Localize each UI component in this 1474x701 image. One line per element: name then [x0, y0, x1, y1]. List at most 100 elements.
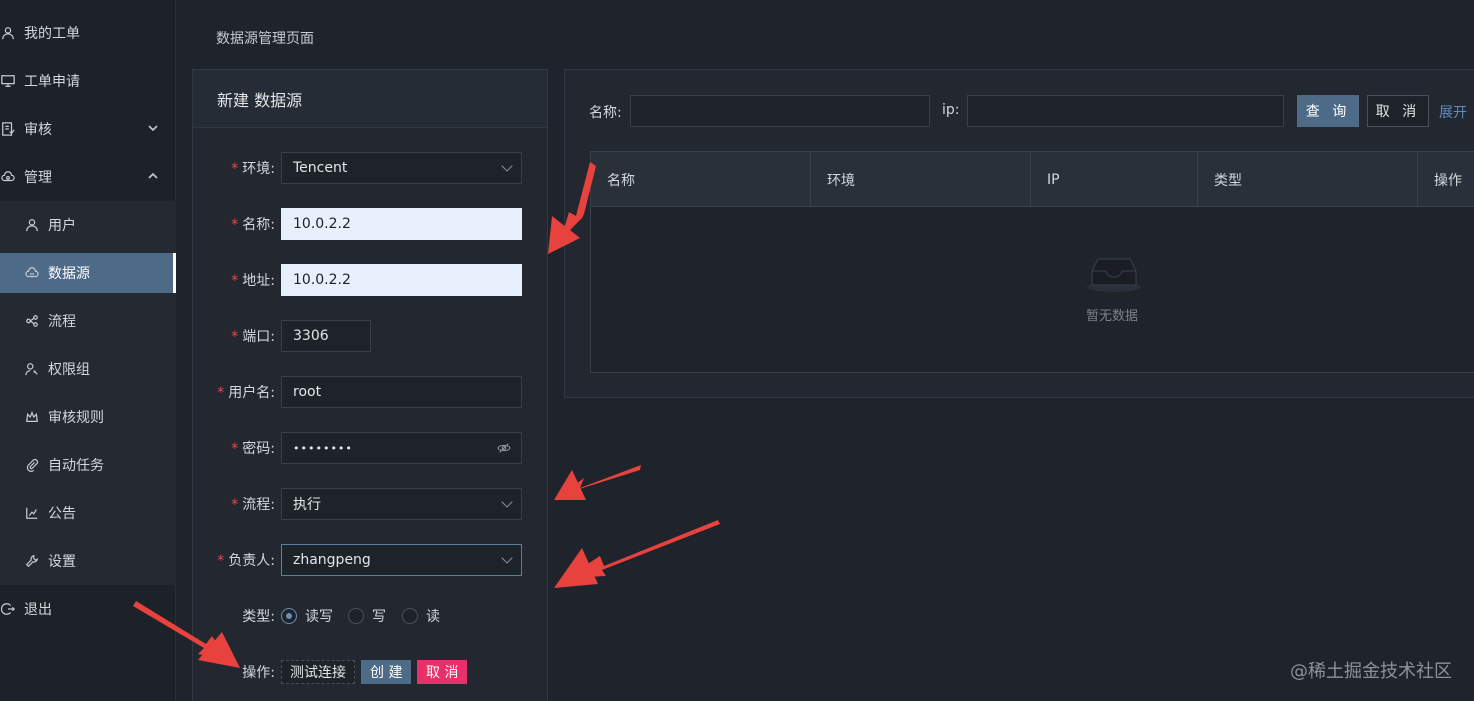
sidebar-item-permission-group[interactable]: 权限组: [0, 349, 176, 389]
paperclip-icon: [24, 457, 40, 473]
search-ip-input[interactable]: [967, 95, 1284, 127]
sidebar-item-label: 用户: [48, 218, 76, 234]
audit-icon: [0, 121, 16, 137]
user-icon: [24, 217, 40, 233]
env-select[interactable]: Tencent: [281, 152, 522, 184]
query-button[interactable]: 查 询: [1297, 95, 1359, 127]
type-radio-read[interactable]: 读: [402, 606, 440, 626]
form-row-username: * 用户名: root: [193, 376, 549, 408]
address-label: * 地址:: [231, 273, 275, 289]
sidebar-item-my-tickets[interactable]: 我的工单: [0, 13, 176, 53]
sidebar-item-users[interactable]: 用户: [0, 205, 176, 245]
search-name-label: 名称:: [589, 105, 622, 121]
chevron-down-icon: [148, 124, 158, 135]
port-input[interactable]: 3306: [281, 320, 371, 352]
sidebar-item-audit[interactable]: 审核: [0, 109, 176, 149]
empty-box-icon: [1086, 253, 1142, 297]
flow-icon: [24, 313, 40, 329]
column-header-env[interactable]: 环境: [811, 152, 1031, 207]
username-input[interactable]: root: [281, 376, 522, 408]
owner-select[interactable]: zhangpeng: [281, 544, 522, 576]
type-radio-readwrite[interactable]: 读写: [281, 606, 333, 626]
sidebar-item-label: 流程: [48, 314, 76, 330]
reset-button[interactable]: 取 消: [1367, 95, 1429, 127]
sidebar-item-announcement[interactable]: 公告: [0, 493, 176, 533]
sidebar-item-logout[interactable]: 退出: [0, 589, 176, 629]
chevron-down-icon: [501, 552, 513, 564]
column-header-type[interactable]: 类型: [1198, 152, 1418, 207]
port-label: * 端口:: [231, 329, 275, 345]
address-input[interactable]: 10.0.2.2: [281, 264, 522, 296]
type-label: 类型:: [242, 609, 275, 625]
password-input[interactable]: ••••••••: [281, 432, 522, 464]
form-row-type: 类型: 读写 写 读: [193, 600, 549, 632]
sidebar-item-label: 权限组: [48, 362, 90, 378]
permission-icon: [24, 361, 40, 377]
sidebar-item-label: 审核: [24, 122, 52, 138]
name-label: * 名称:: [231, 217, 275, 233]
form-row-port: * 端口: 3306: [193, 320, 549, 352]
form-row-address: * 地址: 10.0.2.2: [193, 264, 549, 296]
column-header-actions[interactable]: 操作: [1418, 152, 1474, 207]
owner-label: * 负责人:: [217, 553, 275, 569]
sidebar-item-datasource[interactable]: 数据源: [0, 253, 176, 293]
search-ip-label: ip:: [942, 102, 960, 118]
table-header: 名称 环境 IP 类型 操作: [591, 152, 1474, 207]
form-row-password: * 密码: ••••••••: [193, 432, 549, 464]
flow-label: * 流程:: [231, 497, 275, 513]
form-row-actions: 操作: 测试连接 创 建 取 消: [193, 656, 549, 688]
sidebar-item-label: 退出: [24, 602, 52, 618]
sidebar-item-flow[interactable]: 流程: [0, 301, 176, 341]
sidebar-item-auto-task[interactable]: 自动任务: [0, 445, 176, 485]
sidebar-item-ticket-apply[interactable]: 工单申请: [0, 61, 176, 101]
password-label: * 密码:: [231, 441, 275, 457]
empty-state: 暂无数据: [591, 207, 1474, 373]
radio-checked-icon: [281, 608, 297, 624]
crown-icon: [24, 409, 40, 425]
sidebar-item-settings[interactable]: 设置: [0, 541, 176, 581]
wrench-icon: [24, 553, 40, 569]
sidebar-item-label: 审核规则: [48, 410, 104, 426]
name-input[interactable]: 10.0.2.2: [281, 208, 522, 240]
type-radio-write[interactable]: 写: [348, 606, 386, 626]
expand-link[interactable]: 展开: [1439, 102, 1467, 122]
flow-select[interactable]: 执行: [281, 488, 522, 520]
test-connection-button[interactable]: 测试连接: [281, 660, 355, 684]
new-datasource-form: 新建 数据源 * 环境: Tencent * 名称: 10.0.2.2 * 地址: 1…: [192, 69, 548, 701]
sidebar: 我的工单 工单申请 审核 管理 用户 数据源 流程 权限组 审核规则 自动任务: [0, 0, 176, 701]
owner-value: zhangpeng: [293, 552, 371, 568]
logout-icon: [0, 601, 16, 617]
form-row-env: * 环境: Tencent: [193, 152, 549, 184]
form-row-name: * 名称: 10.0.2.2: [193, 208, 549, 240]
chevron-down-icon: [501, 496, 513, 508]
column-header-name[interactable]: 名称: [591, 152, 811, 207]
arrow-annotation-2: [554, 465, 641, 500]
env-value: Tencent: [293, 160, 348, 176]
sidebar-item-label: 设置: [48, 554, 76, 570]
create-button[interactable]: 创 建: [361, 660, 412, 684]
sidebar-item-manage[interactable]: 管理: [0, 157, 176, 197]
cloud-gear-icon: [0, 169, 16, 185]
form-row-flow: * 流程: 执行: [193, 488, 549, 520]
username-label: * 用户名:: [217, 385, 275, 401]
chevron-down-icon: [501, 160, 513, 172]
sidebar-item-label: 工单申请: [24, 74, 80, 90]
watermark: @稀土掘金技术社区: [1290, 661, 1452, 682]
sidebar-item-audit-rules[interactable]: 审核规则: [0, 397, 176, 437]
sidebar-item-label: 管理: [24, 170, 52, 186]
arrow-annotation-3: [554, 520, 720, 588]
sidebar-item-label: 数据源: [48, 266, 90, 282]
user-icon: [0, 25, 16, 41]
page-subtitle: 数据源管理页面: [216, 31, 314, 47]
radio-icon: [402, 608, 418, 624]
chevron-up-icon: [148, 172, 158, 183]
search-name-input[interactable]: [630, 95, 930, 127]
radio-icon: [348, 608, 364, 624]
datasource-table: 名称 环境 IP 类型 操作 暂无数据: [590, 151, 1474, 373]
form-title: 新建 数据源: [193, 70, 547, 128]
column-header-ip[interactable]: IP: [1031, 152, 1198, 207]
sidebar-item-label: 我的工单: [24, 26, 80, 42]
eye-hidden-icon[interactable]: [497, 441, 511, 459]
password-value: ••••••••: [293, 441, 353, 455]
cancel-button[interactable]: 取 消: [417, 660, 468, 684]
